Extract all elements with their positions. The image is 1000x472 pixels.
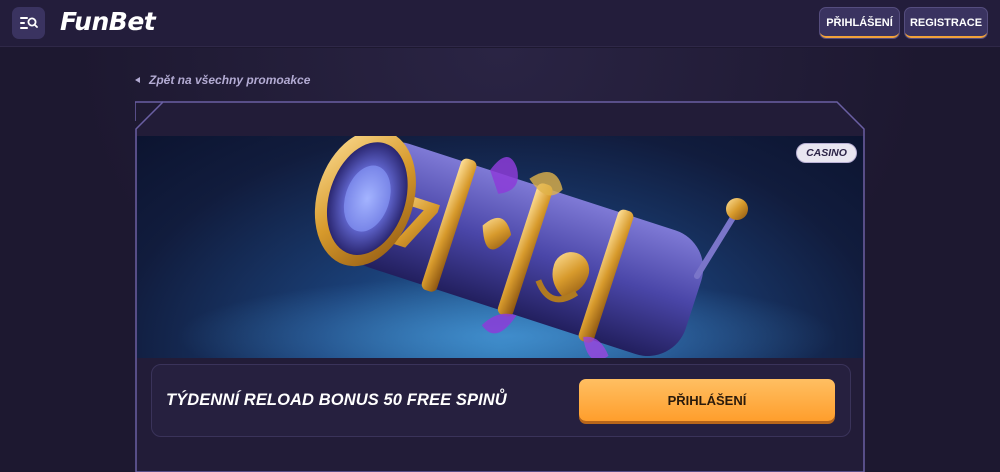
back-arrow-icon <box>135 77 140 83</box>
login-button[interactable]: PŘIHLÁŠENÍ <box>819 7 900 39</box>
promo-banner-image: 7 <box>137 136 863 358</box>
menu-search-icon <box>19 17 38 29</box>
back-link-label: Zpět na všechny promoakce <box>149 73 311 87</box>
promo-login-button[interactable]: PŘIHLÁŠENÍ <box>579 379 835 421</box>
funbet-logo[interactable]: FunBet <box>60 7 156 36</box>
top-navigation-bar: FunBet PŘIHLÁŠENÍ REGISTRACE <box>0 0 1000 47</box>
menu-button[interactable] <box>12 7 45 39</box>
slot-machine-reel-illustration: 7 <box>177 136 837 358</box>
promo-title: TÝDENNÍ RELOAD BONUS 50 FREE SPINŮ <box>166 391 507 409</box>
register-button[interactable]: REGISTRACE <box>904 7 988 39</box>
back-to-promotions-link[interactable]: Zpět na všechny promoakce <box>135 72 310 88</box>
category-badge: CASINO <box>796 143 857 163</box>
